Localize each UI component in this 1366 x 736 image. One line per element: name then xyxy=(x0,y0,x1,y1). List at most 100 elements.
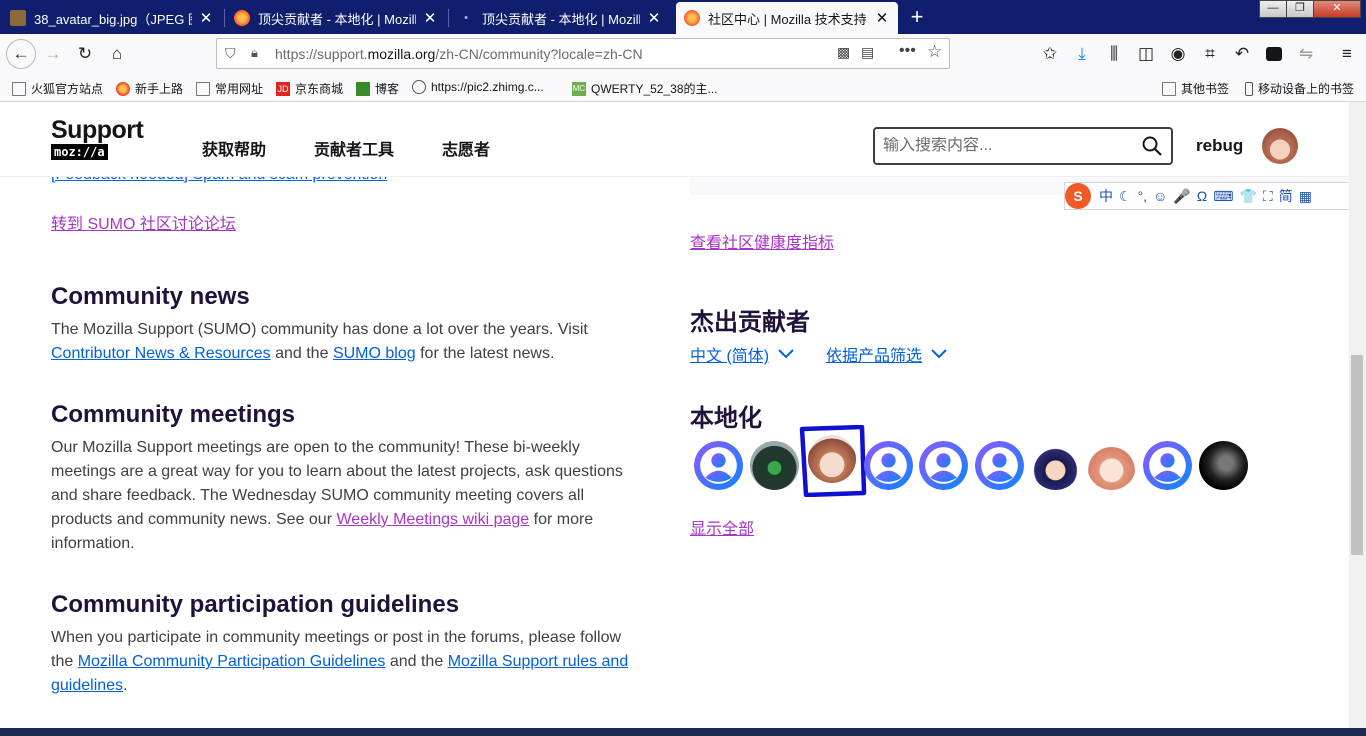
default-avatar[interactable] xyxy=(694,441,743,490)
close-icon[interactable]: ✕ xyxy=(646,9,662,27)
reload-button[interactable]: ↻ xyxy=(70,39,100,69)
bookmark-item[interactable]: 火狐官方站点 xyxy=(12,80,103,97)
menu-button[interactable]: ≡ xyxy=(1332,39,1362,69)
reader-view-icon[interactable]: ▤ xyxy=(861,44,874,61)
search-input[interactable] xyxy=(883,137,1133,155)
product-filter-label[interactable]: 依据产品筛选 xyxy=(826,342,922,366)
folder-icon xyxy=(1162,81,1176,96)
sumo-forum-link[interactable]: 转到 SUMO 社区讨论论坛 xyxy=(51,210,236,234)
tab-3-active[interactable]: 社区中心 | Mozilla 技术支持 ✕ xyxy=(676,2,898,34)
default-avatar[interactable] xyxy=(919,441,968,490)
product-filter[interactable]: 依据产品筛选 xyxy=(826,342,948,366)
microphone-icon[interactable]: 🎤 xyxy=(1173,188,1190,205)
url-text[interactable]: https://support.mozilla.org/zh-CN/commun… xyxy=(275,46,643,62)
close-icon[interactable]: ✕ xyxy=(198,9,214,27)
sync-button[interactable]: ⇋ xyxy=(1291,39,1321,69)
account-button[interactable]: ◉ xyxy=(1163,39,1193,69)
bookmark-label: QWERTY_52_38的主... xyxy=(591,82,718,96)
search-box[interactable] xyxy=(873,127,1173,165)
weekly-meetings-link[interactable]: Weekly Meetings wiki page xyxy=(336,511,529,528)
punctuation-icon[interactable]: °, xyxy=(1138,188,1148,204)
bookmark-label: 京东商城 xyxy=(295,82,344,96)
shield-icon[interactable]: ⛉ xyxy=(225,45,236,62)
participation-guidelines-link[interactable]: Mozilla Community Participation Guidelin… xyxy=(78,653,386,670)
emoji-icon[interactable]: ☺ xyxy=(1153,188,1167,204)
scrollbar-thumb[interactable] xyxy=(1351,355,1363,555)
locale-filter[interactable]: 中文 (简体) xyxy=(690,342,795,366)
bookmark-star-icon[interactable]: ☆ xyxy=(927,42,942,62)
skin-icon[interactable]: 👕 xyxy=(1239,188,1256,205)
bookmark-label: https://pic2.zhimg.c... xyxy=(431,80,544,94)
tab-title: 38_avatar_big.jpg（JPEG 图像… xyxy=(34,11,192,27)
contributor-news-link[interactable]: Contributor News & Resources xyxy=(51,345,271,362)
dark-photo-avatar[interactable] xyxy=(1199,441,1248,490)
downloads-button[interactable]: ⤓ xyxy=(1067,39,1097,69)
default-avatar[interactable] xyxy=(1143,441,1192,490)
username[interactable]: rebug xyxy=(1196,136,1243,156)
locale-filter-label[interactable]: 中文 (简体) xyxy=(690,342,769,366)
close-icon[interactable]: ✕ xyxy=(422,9,438,27)
clover-avatar[interactable] xyxy=(750,441,799,490)
default-avatar[interactable] xyxy=(975,441,1024,490)
close-window-button[interactable]: ✕ xyxy=(1313,0,1361,18)
default-avatar[interactable] xyxy=(864,441,913,490)
sidebar-button[interactable]: ◫ xyxy=(1131,39,1161,69)
bookmark-item[interactable]: 常用网址 xyxy=(196,80,263,97)
lock-icon[interactable]: 🔒︎ xyxy=(251,45,258,61)
library-button[interactable]: ⫼ xyxy=(1099,39,1129,69)
keyboard-icon[interactable]: ⌨ xyxy=(1213,188,1233,205)
ime-simplified[interactable]: 简 xyxy=(1279,186,1293,206)
nav-volunteer[interactable]: 志愿者 xyxy=(442,136,490,160)
undo-close-button[interactable]: ↶ xyxy=(1227,39,1257,69)
image-icon xyxy=(10,10,26,26)
restore-button[interactable]: ❐ xyxy=(1286,0,1314,18)
moon-icon[interactable]: ☾ xyxy=(1119,188,1132,205)
highlight-box xyxy=(799,425,867,497)
top-contributors-heading: 杰出贡献者 xyxy=(690,309,810,336)
mozilla-logo[interactable]: moz://a xyxy=(51,144,108,160)
url-bar[interactable]: ⛉ 🔒︎ https://support.mozilla.org/zh-CN/c… xyxy=(216,38,950,69)
anime-boy-avatar[interactable] xyxy=(1031,441,1080,490)
mobile-bookmarks[interactable]: 移动设备上的书签 xyxy=(1245,80,1354,97)
firefox-icon xyxy=(116,81,130,96)
bookmark-item[interactable]: 新手上路 xyxy=(116,80,183,97)
qr-code-icon[interactable]: ▩ xyxy=(837,44,850,61)
user-avatar[interactable] xyxy=(1262,128,1298,164)
tab-separator xyxy=(448,9,449,27)
bookmark-item[interactable]: https://pic2.zhimg.c... xyxy=(412,80,544,94)
show-all-link[interactable]: 显示全部 xyxy=(690,515,754,539)
bookmark-list-button[interactable]: ✩ xyxy=(1035,39,1065,69)
grid-icon[interactable]: ▦ xyxy=(1299,188,1312,205)
ime-chinese-mode[interactable]: 中 xyxy=(1099,186,1113,206)
screenshot-button[interactable]: ⌗ xyxy=(1195,39,1225,69)
other-bookmarks[interactable]: 其他书签 xyxy=(1162,80,1229,97)
headphone-icon[interactable]: Ω xyxy=(1197,188,1207,204)
search-icon[interactable] xyxy=(1142,136,1162,156)
extension-button[interactable] xyxy=(1259,39,1289,69)
close-icon[interactable]: ✕ xyxy=(874,9,890,27)
sumo-blog-link[interactable]: SUMO blog xyxy=(333,345,416,362)
back-button[interactable]: ← xyxy=(6,39,36,69)
bookmark-label: 其他书签 xyxy=(1181,82,1230,96)
more-actions-icon[interactable]: ••• xyxy=(899,42,916,60)
hamburger-menu-icon: ≡ xyxy=(1342,44,1352,63)
minimize-button[interactable]: — xyxy=(1259,0,1287,18)
nav-contributor-tools[interactable]: 贡献者工具 xyxy=(314,136,394,160)
community-health-link[interactable]: 查看社区健康度指标 xyxy=(690,229,834,253)
tab-0[interactable]: 38_avatar_big.jpg（JPEG 图像… ✕ xyxy=(2,2,222,34)
tab-2[interactable]: • 顶尖贡献者 - 本地化 | Mozilla ✕ xyxy=(450,2,670,34)
guidelines-text-part: and the xyxy=(389,653,444,670)
sogou-icon[interactable]: S xyxy=(1065,183,1091,209)
tab-1[interactable]: 顶尖贡献者 - 本地化 | Mozilla ✕ xyxy=(226,2,446,34)
nav-get-help[interactable]: 获取帮助 xyxy=(202,136,266,160)
bookmark-item[interactable]: MC QWERTY_52_38的主... xyxy=(572,80,718,97)
home-button[interactable]: ⌂ xyxy=(102,39,132,69)
bookmark-item[interactable]: 博客 xyxy=(356,80,399,97)
logo-support-text[interactable]: Support xyxy=(51,116,144,145)
forward-button[interactable]: → xyxy=(38,39,68,69)
crop-icon[interactable]: ⛶ xyxy=(1263,188,1273,205)
bookmark-label: 火狐官方站点 xyxy=(31,82,104,96)
new-tab-button[interactable]: + xyxy=(904,4,930,30)
anime-girl-2-avatar[interactable] xyxy=(1087,441,1136,490)
bookmark-item[interactable]: JD 京东商城 xyxy=(276,80,343,97)
